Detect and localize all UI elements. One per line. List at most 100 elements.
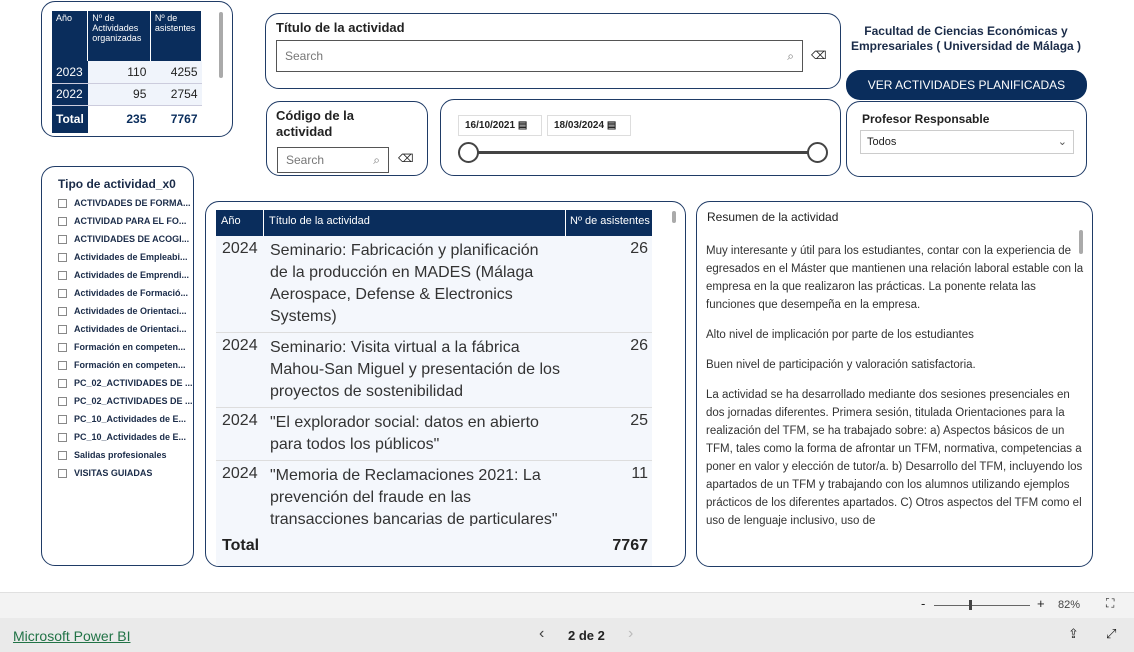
tipo-filter-item[interactable]: PC_10_Actividades de E... [58, 410, 193, 428]
checkbox[interactable] [58, 397, 67, 407]
item-label: PC_10_Actividades de E... [74, 432, 187, 442]
tipo-filter-item[interactable]: Actividades de Orientaci... [58, 302, 193, 320]
checkbox[interactable] [58, 361, 67, 371]
next-page-button[interactable]: › [628, 625, 633, 643]
codigo-filter-card: Código de la actividad Search ⌕ ⌫ [266, 101, 428, 176]
year-cell: 2024 [222, 337, 258, 354]
end-date-input[interactable]: 18/03/2024 ▤ [547, 115, 631, 136]
titulo-label: Título de la actividad [276, 20, 405, 35]
start-date: 16/10/2021 [465, 120, 516, 131]
resumen-card: Resumen de la actividad Muy interesante … [696, 201, 1093, 567]
checkbox[interactable] [58, 271, 67, 281]
item-label: VISITAS GUIADAS [74, 468, 153, 478]
col-attendees[interactable]: Nº de asistentes [150, 11, 203, 61]
year-cell: 2024 [222, 412, 258, 429]
paragraph: Muy interesante y útil para los estudian… [706, 245, 1084, 311]
tipo-filter-item[interactable]: Formación en competen... [58, 356, 193, 374]
col-year[interactable]: Año [52, 11, 89, 61]
zoom-slider[interactable] [934, 600, 1030, 610]
tipo-filter-item[interactable]: ACTIVIDAD PARA EL FO... [58, 212, 193, 230]
tipo-filter-item[interactable]: VISITAS GUIADAS [58, 464, 193, 482]
tipo-filter-item[interactable]: Salidas profesionales [58, 446, 193, 464]
placeholder: Search [285, 49, 324, 63]
col-title[interactable]: Título de la actividad [264, 210, 566, 236]
item-label: PC_10_Actividades de E... [74, 414, 187, 424]
calendar-icon: ▤ [517, 120, 528, 131]
checkbox[interactable] [58, 379, 67, 389]
title-cell: "El explorador social: datos en abierto … [270, 414, 539, 453]
checkbox[interactable] [58, 415, 67, 425]
checkbox[interactable] [58, 433, 67, 443]
item-label: Salidas profesionales [74, 450, 167, 460]
checkbox[interactable] [58, 217, 67, 227]
checkbox[interactable] [58, 325, 67, 335]
titulo-search-input[interactable]: Search ⌕ [276, 40, 803, 72]
summary-table-card: Año Nº de Actividades organizadas Nº de as… [41, 1, 233, 137]
codigo-search-input[interactable]: Search ⌕ [277, 147, 389, 173]
zoom-out-button[interactable]: - [921, 596, 925, 611]
placeholder: Search [286, 153, 325, 167]
tipo-filter-item[interactable]: PC_02_ACTIVIDADES DE ... [58, 392, 193, 410]
checkbox[interactable] [58, 199, 67, 209]
fullscreen-icon[interactable]: ⤢ [1106, 626, 1116, 642]
checkbox[interactable] [58, 307, 67, 317]
checkbox[interactable] [58, 343, 67, 353]
item-label: PC_02_ACTIVIDADES DE ... [74, 378, 193, 388]
tipo-filter-item[interactable]: ACTIVIDADES DE ACOGI... [58, 230, 193, 248]
slider-start-handle[interactable] [458, 142, 479, 163]
attendees-cell: 25 [630, 412, 648, 429]
table-row[interactable]: 2024 Seminario: Visita virtual a la fábri… [216, 333, 652, 408]
tipo-filter-item[interactable]: PC_02_ACTIVIDADES DE ... [58, 374, 193, 392]
cell: 110 [87, 61, 151, 83]
tipo-filter-item[interactable]: ACTIVDADES DE FORMA... [58, 194, 193, 212]
col-attendees[interactable]: Nº de asistentes [566, 210, 652, 236]
profesor-label: Profesor Responsable [862, 112, 990, 126]
end-date: 18/03/2024 [554, 120, 605, 131]
zoom-bar: - + 82% ⛶ [0, 592, 1134, 618]
checkbox[interactable] [58, 253, 67, 263]
title-cell: Seminario: Fabricación y planificación d… [270, 242, 539, 325]
scrollbar[interactable] [672, 211, 676, 223]
zoom-in-button[interactable]: + [1037, 596, 1045, 611]
tipo-filter-item[interactable]: PC_10_Actividades de E... [58, 428, 193, 446]
scrollbar[interactable] [219, 12, 223, 78]
table-row[interactable]: 2024 Seminario: Fabricación y planificaci… [216, 236, 652, 333]
fit-page-icon[interactable]: ⛶ [1106, 596, 1114, 611]
search-icon: ⌕ [373, 152, 380, 167]
scrollbar[interactable] [1079, 230, 1083, 254]
date-range-card: 16/10/2021 ▤ 18/03/2024 ▤ [440, 99, 841, 176]
table-row[interactable]: 2024 "El explorador social: datos en abie… [216, 408, 652, 461]
tipo-filter-item[interactable]: Actividades de Orientaci... [58, 320, 193, 338]
selected-value: Todos [867, 136, 897, 148]
slider-end-handle[interactable] [807, 142, 828, 163]
item-label: Actividades de Orientaci... [74, 306, 187, 316]
item-label: Actividades de Emprendi... [74, 270, 190, 280]
profesor-dropdown[interactable]: Todos ⌄ [860, 130, 1074, 154]
ver-actividades-button[interactable]: VER ACTIVIDADES PLANIFICADAS [846, 70, 1087, 100]
share-icon[interactable]: ⇪ [1068, 626, 1079, 642]
tipo-filter-item[interactable]: Actividades de Empleabi... [58, 248, 193, 266]
eraser-icon[interactable]: ⌫ [398, 152, 414, 165]
col-activities[interactable]: Nº de Actividades organizadas [87, 11, 151, 61]
total-attendees: 7767 [170, 112, 198, 127]
checkbox[interactable] [58, 235, 67, 245]
col-year[interactable]: Año [216, 210, 264, 236]
cell: 2022 [52, 83, 88, 105]
start-date-input[interactable]: 16/10/2021 ▤ [458, 115, 542, 136]
power-bi-link[interactable]: Microsoft Power BI [13, 628, 130, 644]
tipo-filter-item[interactable]: Actividades de Formació... [58, 284, 193, 302]
year-cell: 2024 [222, 240, 258, 257]
checkbox[interactable] [58, 289, 67, 299]
table-row[interactable]: 2024 "Memoria de Reclamaciones 2021: La p… [216, 461, 652, 526]
tipo-filter-item[interactable]: Formación en competen... [58, 338, 193, 356]
checkbox[interactable] [58, 469, 67, 479]
checkbox[interactable] [58, 451, 67, 461]
tipo-filter-item[interactable]: Actividades de Emprendi... [58, 266, 193, 284]
summary-table: Año Nº de Actividades organizadas Nº de as… [52, 11, 203, 133]
prev-page-button[interactable]: ‹ [539, 625, 544, 643]
slider-track [469, 151, 819, 154]
calendar-icon: ▤ [606, 120, 617, 131]
activity-table-header: Año Título de la actividad Nº de asisten… [216, 210, 652, 236]
activity-table-card: Año Título de la actividad Nº de asisten… [205, 201, 686, 567]
eraser-icon[interactable]: ⌫ [811, 49, 827, 62]
